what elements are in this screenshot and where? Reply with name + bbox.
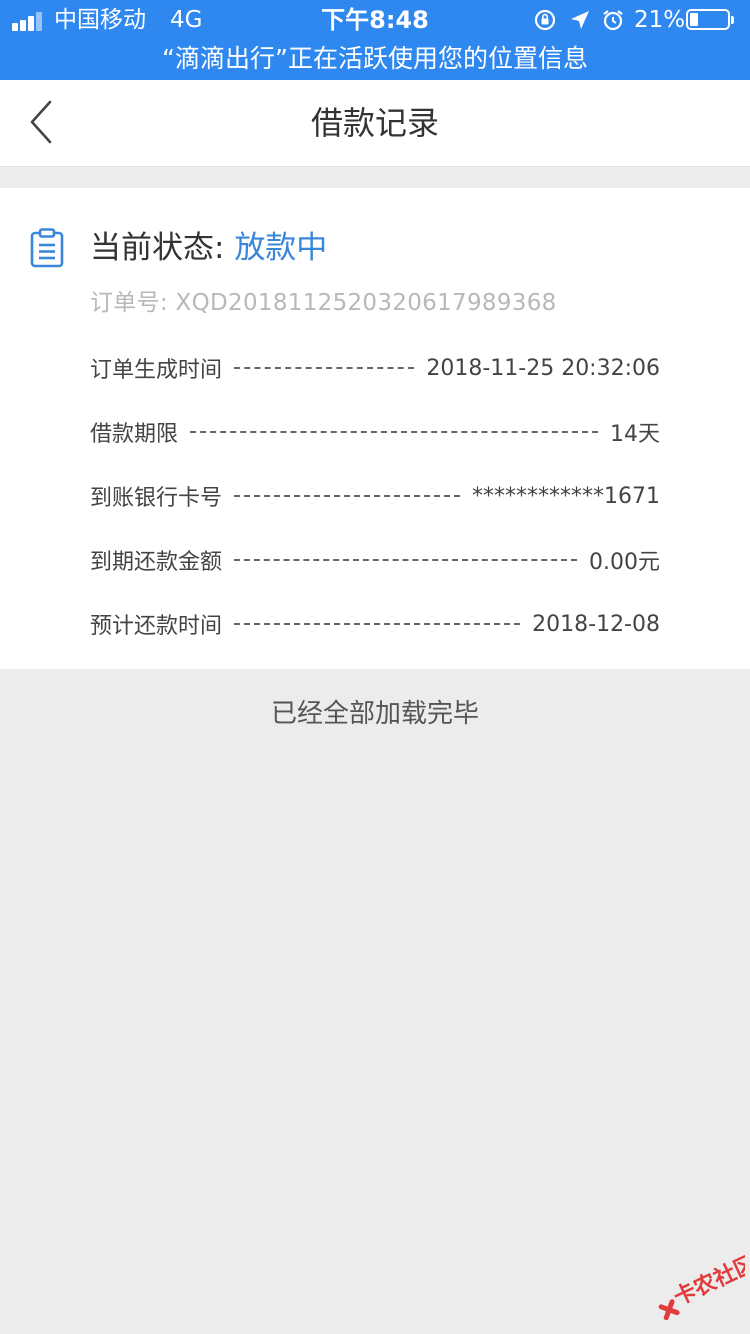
- detail-value: 2018-11-25 20:32:06: [426, 355, 660, 381]
- orientation-lock-icon: [534, 9, 556, 31]
- dashed-leader: [234, 623, 521, 625]
- clipboard-icon: [30, 228, 64, 268]
- location-arrow-icon: [571, 11, 589, 29]
- svg-text:卡农社区: 卡农社区: [670, 1250, 745, 1311]
- page-title: 借款记录: [310, 104, 439, 142]
- detail-label: 预计还款时间: [90, 614, 223, 639]
- location-usage-banner[interactable]: “滴滴出行”正在活跃使用您的位置信息: [0, 40, 750, 78]
- detail-label: 订单生成时间: [90, 358, 223, 383]
- detail-row-repay-date: 预计还款时间 2018-12-08: [90, 604, 660, 644]
- detail-row-bank-card: 到账银行卡号 ************1671: [90, 476, 660, 516]
- end-of-list-message: 已经全部加载完毕: [270, 699, 479, 729]
- detail-row-loan-term: 借款期限 14天: [90, 412, 660, 452]
- detail-value: 14天: [610, 422, 660, 447]
- dashed-leader: [234, 559, 577, 561]
- alarm-icon: [603, 10, 623, 31]
- battery-percent: 21%: [634, 7, 686, 33]
- loan-record-card: 当前状态: 放款中 订单号: XQD20181125203206179893​6…: [0, 188, 750, 669]
- dashed-leader: [234, 495, 460, 497]
- current-status: 当前状态: 放款中: [90, 226, 327, 270]
- status-bar-row: 中国移动 4G 下午8:48 21%: [0, 0, 750, 40]
- status-value: 放款中: [234, 230, 328, 266]
- detail-value: 2018-12-08: [532, 611, 660, 637]
- battery-icon: [686, 9, 734, 30]
- status-label: 当前状态:: [90, 230, 235, 266]
- dashed-leader: [190, 431, 598, 433]
- detail-label: 到期还款金额: [90, 550, 223, 575]
- detail-value: 0.00元: [589, 550, 660, 575]
- dashed-leader: [234, 367, 415, 369]
- status-bar: 中国移动 4G 下午8:48 21% “滴滴出行”正在活跃使用您的位置信息: [0, 0, 750, 80]
- detail-value: ************1671: [472, 483, 660, 509]
- nav-bar: 借款记录: [0, 80, 750, 167]
- detail-row-created-time: 订单生成时间 2018-11-25 20:32:06: [90, 348, 660, 388]
- watermark-logo: 卡农社区: [658, 1250, 745, 1320]
- detail-row-repay-amount: 到期还款金额 0.00元: [90, 540, 660, 580]
- detail-label: 到账银行卡号: [90, 486, 223, 511]
- order-number: 订单号: XQD20181125203206179893​68: [90, 290, 557, 316]
- detail-label: 借款期限: [90, 422, 179, 447]
